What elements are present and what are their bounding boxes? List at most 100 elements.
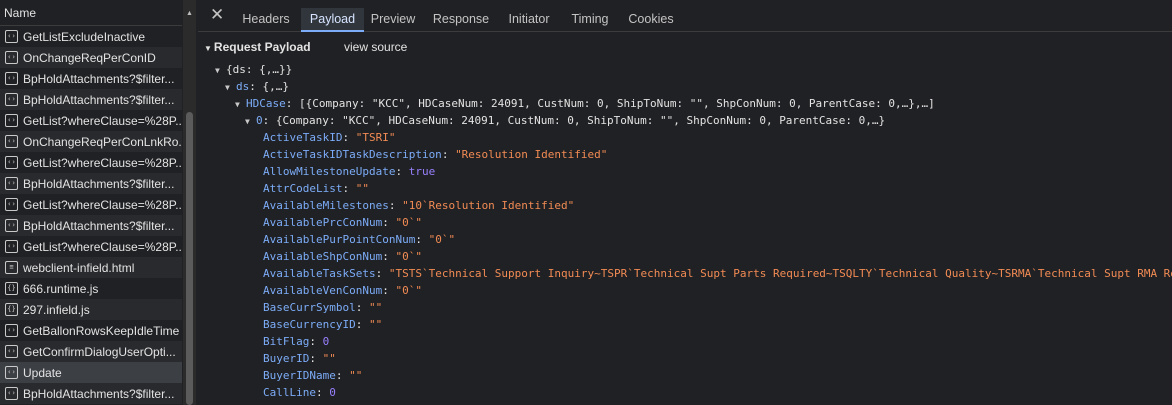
request-row[interactable]: ‹› OnChangeReqPerConID [0, 47, 182, 68]
request-row[interactable]: ‹› GetConfirmDialogUserOpti... [0, 341, 182, 362]
fetch-xhr-icon: ‹› [5, 366, 18, 379]
payload-field[interactable]: AvailableMilestones: "10`Resolution Iden… [263, 199, 574, 213]
fetch-xhr-icon: ‹› [5, 219, 18, 232]
tab-timing[interactable]: Timing [566, 8, 614, 32]
field-value: "Resolution Identified" [455, 148, 608, 161]
request-name: 297.infield.js [23, 302, 90, 317]
request-row[interactable]: ‹› BpHoldAttachments?$filter... [0, 383, 182, 404]
request-row[interactable]: ‹› OnChangeReqPerConLnkRo... [0, 131, 182, 152]
collapse-triangle-icon: ▼ [204, 44, 212, 53]
field-key: AllowMilestoneUpdate [263, 165, 396, 178]
payload-field[interactable]: ActiveTaskIDTaskDescription: "Resolution… [263, 148, 607, 162]
expand-triangle-icon: ▼ [235, 100, 240, 109]
tree-node-hdcase[interactable]: ▼ HDCase: [{Company: "KCC", HDCaseNum: 24… [235, 97, 935, 112]
tree-root-node[interactable]: ▼ {ds: {,…}} [215, 63, 292, 78]
tree-node-ds[interactable]: ▼ ds: {,…} [225, 80, 289, 95]
request-payload-section-header[interactable]: ▼ Request Payload [204, 40, 311, 54]
field-key: AvailableVenConNum [263, 284, 383, 297]
fetch-xhr-icon: ‹› [5, 72, 18, 85]
request-row[interactable]: ‹› BpHoldAttachments?$filter... [0, 68, 182, 89]
field-value: "" [368, 318, 383, 331]
fetch-xhr-icon: ‹› [5, 93, 18, 106]
script-icon: {} [5, 303, 18, 316]
field-key: ActiveTaskID [263, 131, 343, 144]
tab-initiator[interactable]: Initiator [501, 8, 557, 32]
request-row[interactable]: ‹› BpHoldAttachments?$filter... [0, 89, 182, 110]
payload-field[interactable]: BuyerIDName: "" [263, 369, 362, 383]
close-icon[interactable]: ✕ [210, 6, 224, 23]
fetch-xhr-icon: ‹› [5, 30, 18, 43]
field-key: BuyerIDName [263, 369, 336, 382]
node-value: {Company: "KCC", HDCaseNum: 24091, CustN… [275, 114, 886, 127]
request-name: 666.runtime.js [23, 281, 99, 296]
request-row[interactable]: ‹› GetListExcludeInactive [0, 26, 182, 47]
script-icon: {} [5, 282, 18, 295]
request-name: GetList?whereClause=%28P... [23, 197, 182, 212]
payload-field[interactable]: CallLine: 0 [263, 386, 336, 400]
request-row[interactable]: ‹› BpHoldAttachments?$filter... [0, 215, 182, 236]
fetch-xhr-icon: ‹› [5, 135, 18, 148]
node-key: HDCase [246, 97, 286, 110]
fetch-xhr-icon: ‹› [5, 177, 18, 190]
field-value: 0 [329, 386, 336, 399]
tree-node-item-0[interactable]: ▼ 0: {Company: "KCC", HDCaseNum: 24091, C… [245, 114, 885, 129]
request-name: BpHoldAttachments?$filter... [23, 218, 175, 233]
fetch-xhr-icon: ‹› [5, 198, 18, 211]
tab-cookies[interactable]: Cookies [623, 8, 679, 32]
request-row[interactable]: ‹› GetList?whereClause=%28P... [0, 110, 182, 131]
field-key: AvailablePurPointConNum [263, 233, 416, 246]
payload-field[interactable]: BitFlag: 0 [263, 335, 329, 349]
field-value: "" [355, 182, 369, 195]
scroll-up-arrow-icon[interactable]: ▲ [186, 10, 193, 17]
name-column-header[interactable]: Name [0, 0, 182, 26]
view-source-link[interactable]: view source [344, 40, 407, 54]
fetch-xhr-icon: ‹› [5, 156, 18, 169]
request-name: GetList?whereClause=%28P... [23, 155, 182, 170]
payload-field[interactable]: BaseCurrSymbol: "" [263, 301, 382, 315]
request-row[interactable]: ‹› Update [0, 362, 182, 383]
section-title-text: Request Payload [213, 40, 311, 54]
field-key: ActiveTaskIDTaskDescription [263, 148, 442, 161]
document-icon: ≡ [5, 261, 18, 274]
field-value: "TSTS`Technical Support Inquiry~TSPR`Tec… [388, 267, 1172, 280]
payload-field[interactable]: AttrCodeList: "" [263, 182, 369, 196]
request-row[interactable]: ‹› GetBallonRowsKeepIdleTime [0, 320, 182, 341]
request-row[interactable]: ‹› GetList?whereClause=%28P... [0, 194, 182, 215]
field-value: "" [322, 352, 336, 365]
fetch-xhr-icon: ‹› [5, 324, 18, 337]
request-name: GetList?whereClause=%28P... [23, 113, 182, 128]
payload-field[interactable]: AllowMilestoneUpdate: true [263, 165, 435, 179]
payload-field[interactable]: AvailableShpConNum: "0`" [263, 250, 422, 264]
node-key: 0 [256, 114, 263, 127]
field-key: BaseCurrencyID [263, 318, 356, 331]
payload-field[interactable]: BaseCurrencyID: "" [263, 318, 382, 332]
request-row[interactable]: ≡ webclient-infield.html [0, 257, 182, 278]
request-row[interactable]: {} 666.runtime.js [0, 278, 182, 299]
field-key: AttrCodeList [263, 182, 343, 195]
scrollbar-thumb[interactable] [186, 112, 193, 405]
tab-payload[interactable]: Payload [301, 8, 364, 32]
tab-response[interactable]: Response [428, 8, 494, 32]
payload-field[interactable]: ActiveTaskID: "TSRI" [263, 131, 395, 145]
request-row[interactable]: ‹› GetList?whereClause=%28P... [0, 236, 182, 257]
field-value: "0`" [395, 216, 422, 229]
field-value: "0`" [428, 233, 456, 246]
payload-field[interactable]: BuyerID: "" [263, 352, 336, 366]
request-row[interactable]: ‹› GetList?whereClause=%28P... [0, 152, 182, 173]
request-name: BpHoldAttachments?$filter... [23, 176, 175, 191]
field-key: CallLine [263, 386, 316, 399]
field-value: "TSRI" [355, 131, 396, 144]
tab-preview[interactable]: Preview [366, 8, 420, 32]
field-key: AvailableMilestones [263, 199, 389, 212]
tab-headers[interactable]: Headers [234, 8, 298, 32]
payload-field[interactable]: AvailableVenConNum: "0`" [263, 284, 422, 298]
fetch-xhr-icon: ‹› [5, 387, 18, 400]
payload-field[interactable]: AvailableTaskSets: "TSTS`Technical Suppo… [263, 267, 1172, 281]
request-name: GetBallonRowsKeepIdleTime [23, 323, 180, 338]
request-row[interactable]: ‹› BpHoldAttachments?$filter... [0, 173, 182, 194]
payload-field[interactable]: AvailablePurPointConNum: "0`" [263, 233, 455, 247]
request-row[interactable]: {} 297.infield.js [0, 299, 182, 320]
fetch-xhr-icon: ‹› [5, 345, 18, 358]
field-key: BitFlag [263, 335, 310, 348]
payload-field[interactable]: AvailablePrcConNum: "0`" [263, 216, 422, 230]
